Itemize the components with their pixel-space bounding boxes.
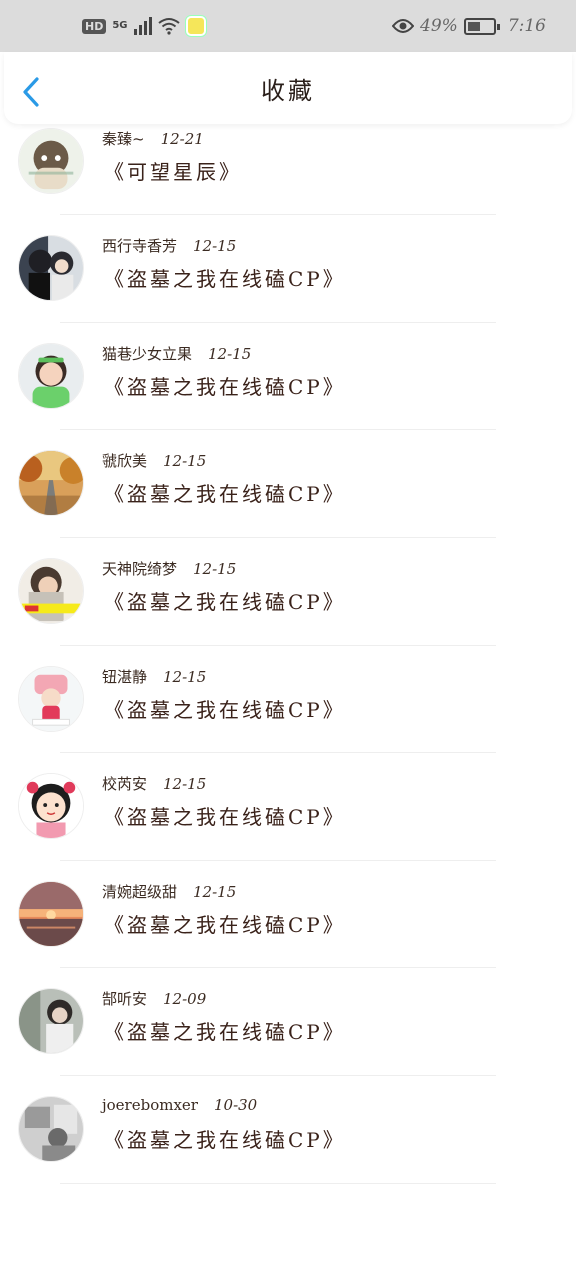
item-meta: 校芮安 12-15 [102,773,206,794]
avatar[interactable] [18,880,84,947]
chevron-left-icon [23,77,39,107]
favorite-date: 12-15 [193,559,237,578]
username[interactable]: 天神院绮梦 [102,558,177,579]
item-meta: 秦臻~ 12-21 [102,128,204,149]
favorite-item[interactable]: 钮湛静 12-15 《盗墓之我在线磕CP》 [0,646,576,754]
network-5g-label: 5G [112,20,128,31]
status-left: HD 5G [82,16,206,36]
page-title: 收藏 [261,76,315,105]
favorites-list-inner: 雨涵君今天 18:54《盗墓之我在线磕CP》秦臻~12-21《可望星辰》西行寺香… [0,124,576,1184]
favorite-item[interactable]: 秦臻~ 12-21 《可望星辰》 [0,124,576,216]
favorite-item[interactable]: 西行寺香芳 12-15 《盗墓之我在线磕CP》 [0,215,576,323]
work-title[interactable]: 《盗墓之我在线磕CP》 [104,909,346,938]
favorite-date: 12-15 [193,237,237,256]
work-title[interactable]: 《盗墓之我在线磕CP》 [104,586,346,615]
item-meta: 清婉超级甜 12-15 [102,881,236,902]
favorite-item[interactable]: 虢欣美 12-15 《盗墓之我在线磕CP》 [0,430,576,538]
favorite-date: 12-15 [163,667,207,686]
item-meta: 郜听安 12-09 [102,988,206,1009]
work-title[interactable]: 《盗墓之我在线磕CP》 [104,801,346,830]
work-title[interactable]: 《盗墓之我在线磕CP》 [104,371,346,400]
favorite-item[interactable]: 校芮安 12-15 《盗墓之我在线磕CP》 [0,753,576,861]
work-title[interactable]: 《可望星辰》 [104,156,242,185]
favorite-date: 12-09 [163,990,207,1009]
battery-percent: 49% [420,16,458,36]
item-meta: 钮湛静 12-15 [102,666,206,687]
header-bar: 收藏 [4,52,572,124]
avatar[interactable] [18,342,84,409]
avatar[interactable] [18,1095,84,1162]
item-meta: 猫巷少女立果 12-15 [102,343,251,364]
work-title[interactable]: 《盗墓之我在线磕CP》 [104,694,346,723]
divider [60,1182,496,1184]
avatar[interactable] [18,988,84,1055]
status-bar: HD 5G 49% 7:16 [0,0,576,52]
favorite-item[interactable]: 天神院绮梦 12-15 《盗墓之我在线磕CP》 [0,538,576,646]
username[interactable]: joerebomxer [102,1096,198,1114]
item-meta: 虢欣美 12-15 [102,450,206,471]
battery-icon [463,17,500,35]
app-notification-icon [185,16,206,36]
hd-icon: HD [82,18,107,34]
work-title[interactable]: 《盗墓之我在线磕CP》 [104,478,346,507]
username[interactable]: 秦臻~ [102,128,145,149]
favorite-date: 12-15 [208,344,252,363]
favorites-list[interactable]: 雨涵君今天 18:54《盗墓之我在线磕CP》秦臻~12-21《可望星辰》西行寺香… [0,124,576,1280]
work-title[interactable]: 《盗墓之我在线磕CP》 [104,1016,346,1045]
avatar[interactable] [18,235,84,302]
favorite-date: 12-15 [193,882,237,901]
work-title[interactable]: 《盗墓之我在线磕CP》 [104,1124,346,1153]
username[interactable]: 虢欣美 [102,450,147,471]
favorite-item[interactable]: 郜听安 12-09 《盗墓之我在线磕CP》 [0,968,576,1076]
username[interactable]: 猫巷少女立果 [102,343,192,364]
username[interactable]: 郜听安 [102,988,147,1009]
item-meta: joerebomxer 10-30 [102,1096,257,1114]
favorite-date: 12-21 [160,129,204,148]
item-meta: 西行寺香芳 12-15 [102,235,236,256]
username[interactable]: 钮湛静 [102,666,147,687]
eye-icon [392,19,415,33]
avatar[interactable] [18,450,84,517]
wifi-icon [157,18,180,35]
clock: 7:16 [507,16,546,36]
signal-icon [133,17,152,35]
back-button[interactable] [18,76,46,108]
favorite-date: 12-15 [163,452,207,471]
avatar[interactable] [18,665,84,732]
favorite-item[interactable]: 清婉超级甜 12-15 《盗墓之我在线磕CP》 [0,861,576,969]
username[interactable]: 清婉超级甜 [102,881,177,902]
avatar[interactable] [18,773,84,840]
status-right: 49% 7:16 [392,16,546,36]
username[interactable]: 西行寺香芳 [102,235,177,256]
favorite-date: 10-30 [213,1095,258,1114]
favorite-date: 12-15 [163,775,207,794]
avatar[interactable] [18,557,84,624]
username[interactable]: 校芮安 [102,773,147,794]
favorite-item[interactable]: 猫巷少女立果 12-15 《盗墓之我在线磕CP》 [0,323,576,431]
avatar[interactable] [18,127,84,194]
work-title[interactable]: 《盗墓之我在线磕CP》 [104,263,346,292]
favorite-item[interactable]: joerebomxer 10-30 《盗墓之我在线磕CP》 [0,1076,576,1184]
item-meta: 天神院绮梦 12-15 [102,558,236,579]
